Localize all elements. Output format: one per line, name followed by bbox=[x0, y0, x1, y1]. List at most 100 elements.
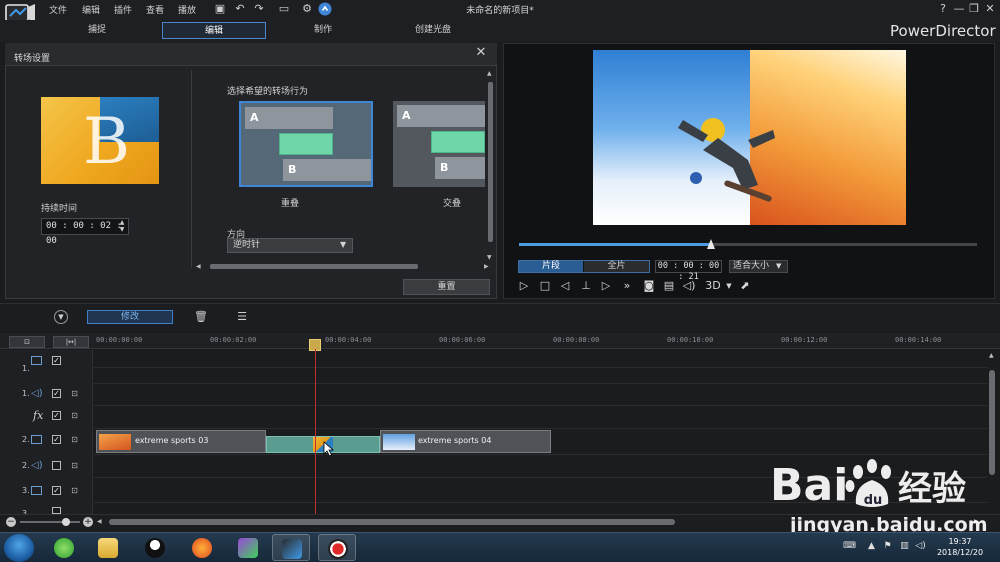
video-track-icon bbox=[31, 486, 42, 495]
behavior-overlap-card[interactable]: A B bbox=[239, 101, 373, 187]
lock-icon[interactable]: ⊡ bbox=[70, 435, 79, 444]
lock-icon[interactable]: ⊡ bbox=[70, 486, 79, 495]
tab-create-disc[interactable]: 创建光盘 bbox=[381, 22, 485, 39]
taskbar-app-screen-recorder[interactable] bbox=[318, 534, 356, 561]
tab-edit[interactable]: 编辑 bbox=[162, 22, 266, 39]
play-icon[interactable]: ▷ bbox=[517, 279, 531, 293]
taskbar-app-explorer[interactable] bbox=[89, 534, 127, 561]
scroll-right-icon[interactable]: ▶ bbox=[484, 263, 489, 270]
tab-clip-mode[interactable]: 片段 bbox=[519, 261, 583, 272]
lock-icon[interactable]: ⊡ bbox=[70, 461, 79, 470]
taskbar-app-360[interactable] bbox=[45, 534, 83, 561]
menu-plugins[interactable]: 插件 bbox=[114, 3, 132, 16]
scroll-up-icon[interactable]: ▲ bbox=[487, 70, 492, 77]
zoom-in-icon[interactable]: + bbox=[83, 517, 93, 527]
skater-image bbox=[678, 118, 775, 202]
clip-thumbnail bbox=[99, 434, 131, 450]
scroll-up-icon[interactable]: ▲ bbox=[989, 352, 994, 359]
scroll-left-icon[interactable]: ◀ bbox=[196, 263, 201, 270]
duration-spinner-icon[interactable]: ▲ ▼ bbox=[116, 219, 128, 234]
redo-icon[interactable]: ↷ bbox=[252, 2, 266, 16]
scroll-left-icon[interactable]: ◀ bbox=[97, 518, 102, 525]
stop-icon[interactable]: □ bbox=[538, 279, 552, 293]
menu-file[interactable]: 文件 bbox=[49, 3, 67, 16]
close-icon[interactable]: ✕ bbox=[983, 2, 997, 16]
track-enable-checkbox[interactable]: ✓ bbox=[52, 486, 61, 495]
taskbar-app-qq[interactable] bbox=[136, 534, 174, 561]
expand-timeline-icon[interactable]: |↔| bbox=[53, 336, 89, 348]
subtitles-icon[interactable]: ▤ bbox=[662, 279, 676, 293]
volume-icon[interactable]: ◁) bbox=[682, 279, 696, 293]
split-icon[interactable]: ⊥ bbox=[579, 279, 593, 293]
close-panel-icon[interactable]: ✕ bbox=[474, 46, 488, 60]
menu-playback[interactable]: 播放 bbox=[178, 3, 196, 16]
scroll-down-icon[interactable]: ▼ bbox=[487, 254, 492, 261]
zoom-slider[interactable] bbox=[20, 521, 80, 523]
behavior-crossfade-card[interactable]: A B bbox=[393, 101, 485, 187]
track-enable-checkbox[interactable]: ✓ bbox=[52, 435, 61, 444]
track-enable-checkbox[interactable]: ✓ bbox=[52, 356, 61, 365]
properties-icon[interactable]: ☰ bbox=[235, 310, 249, 324]
fit-size-value: 适合大小 bbox=[733, 261, 770, 271]
start-button[interactable] bbox=[4, 534, 34, 562]
track-enable-checkbox[interactable]: ✓ bbox=[52, 389, 61, 398]
track-header-column bbox=[0, 350, 93, 514]
undo-icon[interactable]: ↶ bbox=[233, 2, 247, 16]
settings-icon[interactable]: ⚙ bbox=[300, 2, 314, 16]
minimize-icon[interactable]: — bbox=[952, 2, 966, 16]
save-icon[interactable]: ▣ bbox=[213, 2, 227, 16]
modify-button[interactable]: 修改 bbox=[87, 310, 173, 324]
tray-expand-icon[interactable]: ▲ bbox=[866, 541, 877, 552]
speaker-icon[interactable]: ◁) bbox=[915, 541, 926, 552]
upgrade-icon[interactable] bbox=[318, 2, 332, 16]
chevron-down-icon[interactable]: ▼ bbox=[340, 240, 346, 249]
taskbar-app-firefox[interactable] bbox=[183, 534, 221, 561]
snapshot-icon[interactable]: ◙ bbox=[642, 279, 656, 293]
network-icon[interactable]: ▥ bbox=[899, 541, 910, 552]
menu-edit[interactable]: 编辑 bbox=[82, 3, 100, 16]
screen-size-icon[interactable]: ▭ bbox=[273, 2, 295, 16]
track-enable-checkbox[interactable] bbox=[52, 507, 61, 514]
preview-scrub-handle[interactable] bbox=[707, 239, 715, 249]
chevron-down-icon[interactable]: ▼ bbox=[722, 279, 736, 293]
tab-capture[interactable]: 捕捉 bbox=[45, 22, 149, 39]
menu-view[interactable]: 查看 bbox=[146, 3, 164, 16]
track-enable-checkbox[interactable] bbox=[52, 461, 61, 470]
video-clip-extreme-sports-03[interactable]: extreme sports 03 bbox=[96, 430, 266, 453]
fit-size-select[interactable]: 适合大小 ▼ bbox=[729, 260, 788, 273]
zoom-out-icon[interactable]: − bbox=[6, 517, 16, 527]
flag-icon[interactable]: ⚑ bbox=[882, 541, 893, 552]
panel-vertical-scrollbar[interactable]: ▲ ▼ bbox=[486, 70, 495, 262]
video-clip-extreme-sports-04[interactable]: extreme sports 04 bbox=[380, 430, 551, 453]
zoom-slider-knob[interactable] bbox=[62, 518, 70, 526]
mode-bar bbox=[0, 20, 1000, 42]
keyboard-icon[interactable]: ⌨ bbox=[843, 541, 856, 552]
tab-produce[interactable]: 制作 bbox=[271, 22, 375, 39]
overlap-region bbox=[431, 131, 485, 153]
trash-icon[interactable]: 🗑 bbox=[194, 310, 208, 324]
fit-timeline-icon[interactable]: ⊡ bbox=[9, 336, 45, 348]
3d-mode-toggle[interactable]: 3D bbox=[702, 279, 724, 293]
help-icon[interactable]: ? bbox=[936, 2, 950, 16]
taskbar-app-recorder[interactable] bbox=[229, 534, 267, 561]
panel-horizontal-scrollbar[interactable]: ◀ ▶ bbox=[196, 262, 492, 271]
restore-icon[interactable]: ❐ bbox=[967, 2, 981, 16]
direction-select[interactable]: 逆时针 bbox=[227, 238, 353, 253]
firefox-icon bbox=[192, 538, 212, 558]
preview-timecode[interactable]: 00 : 00 : 00 : 21 bbox=[655, 260, 722, 282]
panel-divider bbox=[191, 70, 192, 268]
track-enable-checkbox[interactable]: ✓ bbox=[52, 411, 61, 420]
undock-icon[interactable]: ⬈ bbox=[738, 279, 752, 293]
lock-icon[interactable]: ⊡ bbox=[70, 389, 79, 398]
reset-button[interactable]: 重置 bbox=[403, 279, 490, 295]
timeline-ruler[interactable] bbox=[0, 333, 1000, 349]
tab-movie-mode[interactable]: 全片 bbox=[584, 261, 649, 272]
duration-label: 持续时间 bbox=[41, 204, 78, 214]
tray-clock[interactable]: 19:37 2018/12/20 bbox=[934, 536, 986, 558]
next-frame-icon[interactable]: ▷ bbox=[599, 279, 613, 293]
taskbar-app-powerdirector[interactable] bbox=[272, 534, 310, 561]
previous-frame-icon[interactable]: ◁ bbox=[558, 279, 572, 293]
fast-forward-icon[interactable]: » bbox=[620, 279, 634, 293]
collapse-icon[interactable]: ▼ bbox=[54, 310, 68, 324]
lock-icon[interactable]: ⊡ bbox=[70, 411, 79, 420]
